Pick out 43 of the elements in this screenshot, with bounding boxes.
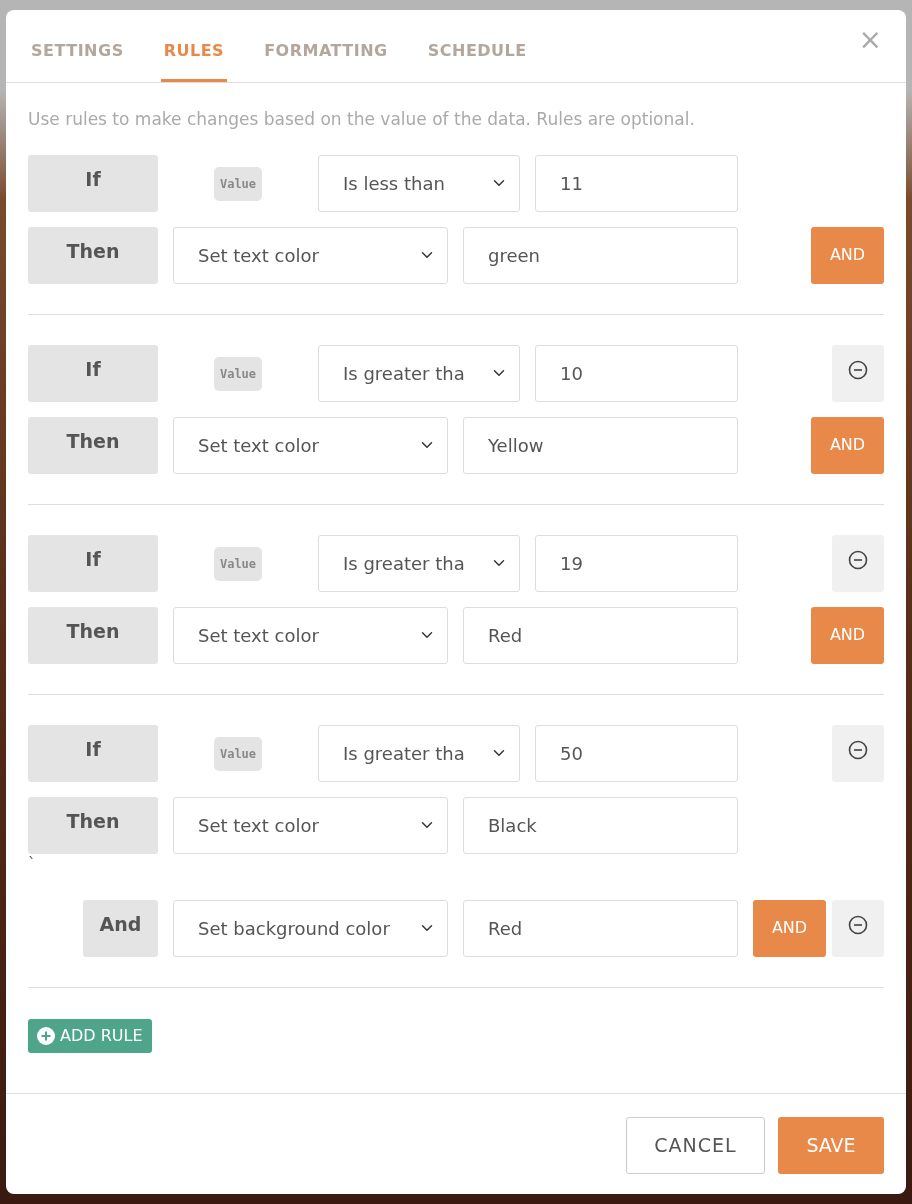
input-field[interactable]: Red [463, 606, 738, 664]
field-tag: Value [213, 546, 263, 581]
dropdown[interactable]: Set text color [173, 606, 448, 664]
dropdown[interactable]: Set text color [173, 226, 448, 284]
dropdown[interactable]: Is less than [318, 154, 520, 212]
action-label: Then [28, 796, 158, 854]
condition-label: If [28, 724, 158, 782]
action-label: Then [28, 416, 158, 474]
action-label: Then [28, 226, 158, 284]
dropdown[interactable]: Is greater tha [318, 534, 520, 592]
remove-button[interactable] [832, 899, 884, 957]
input-field[interactable]: Yellow [463, 416, 738, 474]
condition-label: If [28, 344, 158, 402]
input-field[interactable]: 10 [535, 344, 738, 402]
input-field[interactable]: Red [463, 899, 738, 957]
dropdown[interactable]: Is greater tha [318, 344, 520, 402]
field-tag: Value [213, 356, 263, 391]
field-tag: Value [213, 736, 263, 771]
input-field[interactable]: Black [463, 796, 738, 854]
action-label: And [83, 899, 158, 957]
input-field[interactable]: 50 [535, 724, 738, 782]
minus-circle-icon [848, 739, 868, 760]
remove-button[interactable] [832, 724, 884, 782]
input-field[interactable]: 19 [535, 534, 738, 592]
dropdown[interactable]: Set text color [173, 416, 448, 474]
remove-button[interactable] [832, 534, 884, 592]
action-label: Then [28, 606, 158, 664]
plus-circle-icon [37, 1026, 55, 1045]
input-field[interactable]: green [463, 226, 738, 284]
description-text: Use rules to make changes based on the value of the data. Rules are optional. [28, 108, 696, 131]
dropdown[interactable]: Is greater tha [318, 724, 520, 782]
minus-circle-icon [848, 359, 868, 380]
dropdown[interactable]: Set text color [173, 796, 448, 854]
condition-label: If [28, 154, 158, 212]
input-field[interactable]: 11 [535, 154, 738, 212]
minus-circle-icon [848, 549, 868, 570]
remove-button[interactable] [832, 344, 884, 402]
dropdown[interactable]: Set background color [173, 899, 448, 957]
cancel-button[interactable]: CANCEL [626, 1117, 765, 1174]
condition-label: If [28, 534, 158, 592]
stray-mark: ` [28, 854, 36, 873]
minus-circle-icon [848, 914, 868, 935]
field-tag: Value [213, 166, 263, 201]
